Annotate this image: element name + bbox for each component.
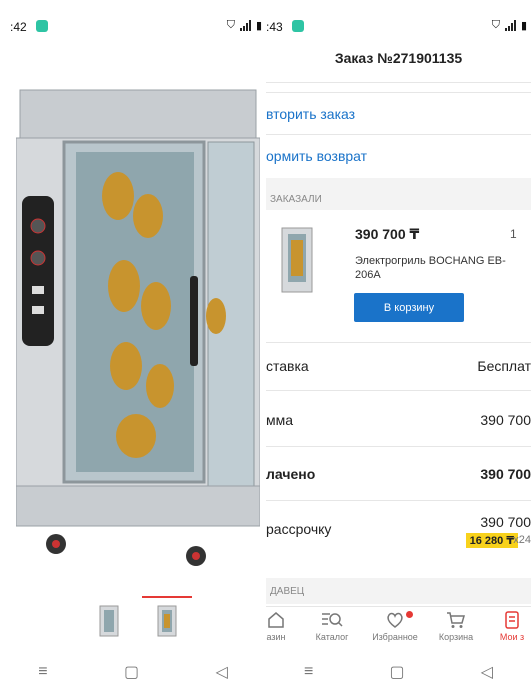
tab-label: Избранное <box>372 632 418 642</box>
installment-value: 390 700 <box>480 514 531 530</box>
shield-icon: ⛉ <box>491 19 500 31</box>
status-bar: :42 ⛉ ▮ <box>0 0 266 52</box>
divider <box>266 446 531 447</box>
back-icon[interactable]: ◁ <box>215 662 227 682</box>
status-time: :43 <box>266 20 283 34</box>
status-icons: ⛉ ▮ <box>492 19 527 32</box>
heart-icon <box>387 612 403 628</box>
shield-icon: ⛉ <box>226 19 235 31</box>
tab-label: Мои з <box>499 632 525 642</box>
delivery-value: Бесплат <box>477 358 531 374</box>
menu-icon[interactable]: ≡ <box>304 663 313 681</box>
thumbnail-1[interactable] <box>98 604 120 640</box>
tab-label: Корзина <box>438 632 474 642</box>
seller-section-header: ДАВЕЦ <box>266 578 531 604</box>
thumbnail-2[interactable] <box>156 604 178 640</box>
tab-label: Каталог <box>315 632 349 642</box>
active-thumbnail-indicator <box>142 596 192 598</box>
home-square-icon[interactable]: ▢ <box>389 662 404 682</box>
tab-catalog[interactable]: Каталог <box>312 611 352 642</box>
menu-icon[interactable]: ≡ <box>38 663 47 681</box>
delivery-label: ставка <box>266 358 309 374</box>
app-notification-icon <box>36 20 48 32</box>
ordered-section-header: ЗАКАЗАЛИ <box>266 178 531 210</box>
status-time: :42 <box>10 20 27 34</box>
battery-icon: ▮ <box>255 20 262 32</box>
item-name[interactable]: Электрогриль BOCHANG EB-206A <box>355 254 515 282</box>
paid-value: 390 700 <box>480 466 531 482</box>
tab-favorites[interactable]: Избранное <box>368 611 422 642</box>
divider <box>266 390 531 391</box>
app-notification-icon <box>292 20 304 32</box>
orders-icon <box>505 611 519 629</box>
divider <box>266 82 531 83</box>
right-screen: :43 ⛉ ▮ Заказ №271901135 вторить заказ о… <box>266 0 531 700</box>
product-image[interactable] <box>16 86 260 574</box>
divider <box>266 134 531 135</box>
repeat-order-link[interactable]: вторить заказ <box>266 106 355 122</box>
item-quantity: 1 <box>510 227 517 241</box>
page-title: Заказ №271901135 <box>334 50 463 66</box>
tab-my-orders[interactable]: Мои з <box>492 611 531 642</box>
divider <box>266 92 531 93</box>
home-square-icon[interactable]: ▢ <box>124 662 139 682</box>
divider <box>266 342 531 343</box>
catalog-search-icon <box>322 613 343 627</box>
favorites-notification-dot <box>406 611 413 618</box>
add-to-cart-button[interactable]: В корзину <box>354 293 464 322</box>
signal-icon <box>239 20 251 31</box>
system-nav-bar: ≡ ▢ ◁ <box>0 644 266 700</box>
tab-label: азин <box>266 632 286 642</box>
paid-label: лачено <box>266 466 316 482</box>
return-link[interactable]: ормить возврат <box>266 148 367 164</box>
tab-cart[interactable]: Корзина <box>436 611 476 642</box>
system-nav-bar: ≡ ▢ ◁ <box>266 644 531 700</box>
installment-label: рассрочку <box>266 521 332 537</box>
gallery-thumbnails <box>0 596 266 644</box>
ordered-item-image[interactable] <box>280 226 314 300</box>
home-icon <box>268 612 284 628</box>
back-icon[interactable]: ◁ <box>481 662 493 682</box>
signal-icon <box>504 20 516 31</box>
installment-monthly-badge: 16 280 ₸ <box>465 533 518 548</box>
status-bar: :43 ⛉ ▮ <box>266 0 531 52</box>
battery-icon: ▮ <box>520 20 527 32</box>
tab-home[interactable]: азин <box>266 611 294 642</box>
sum-label: мма <box>266 412 294 428</box>
sum-value: 390 700 <box>480 412 531 428</box>
installment-months: x24 <box>513 534 531 546</box>
cart-icon <box>447 612 465 628</box>
status-icons: ⛉ ▮ <box>227 19 262 32</box>
left-screen: :42 ⛉ ▮ ≡ ▢ ◁ <box>0 0 266 700</box>
divider <box>266 500 531 501</box>
item-price: 390 700 ₸ <box>355 226 420 242</box>
